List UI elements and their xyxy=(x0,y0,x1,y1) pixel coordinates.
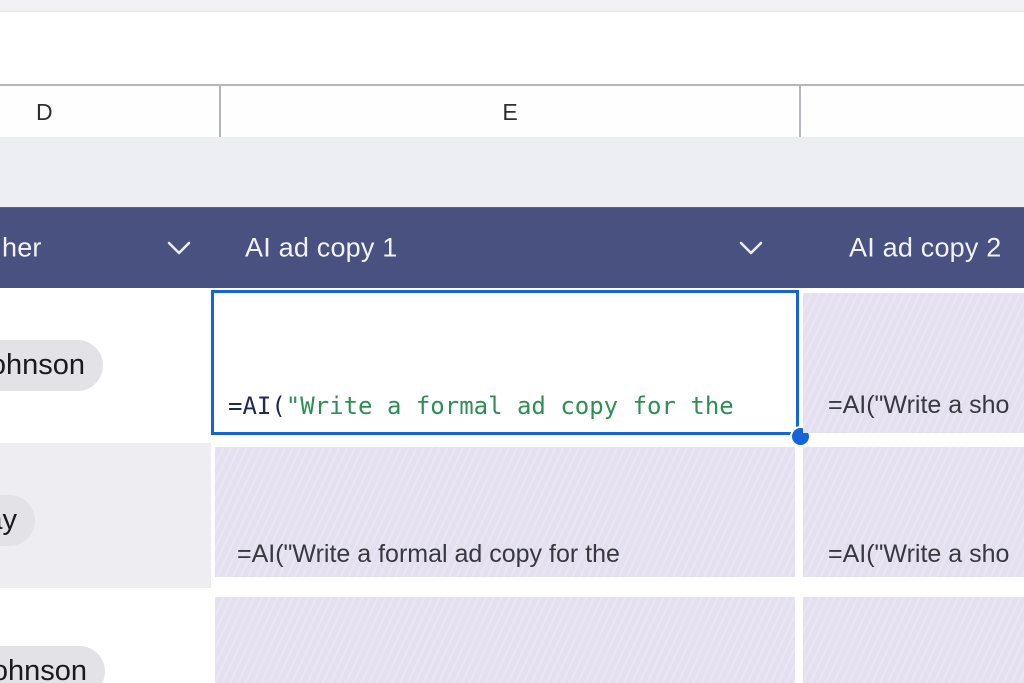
chevron-down-icon[interactable] xyxy=(166,240,192,256)
window-top-strip xyxy=(0,0,1024,12)
column-letter-d[interactable]: D xyxy=(36,99,53,126)
cell-text: =AI("Write a sho copy for the pro object… xyxy=(828,459,1009,577)
spreadsheet-viewport: D E her AI ad copy 1 AI ad copy 2 ohnson… xyxy=(0,0,1024,683)
formula-prefix: =AI( xyxy=(228,392,286,420)
formula-string-line1: "Write a formal ad copy for the xyxy=(286,392,734,420)
column-divider-e-f[interactable] xyxy=(799,84,801,137)
cell-text: =AI("Write a sho copy for the pro object… xyxy=(828,310,1009,433)
name-pill[interactable]: ohnson xyxy=(0,340,103,391)
chevron-down-icon[interactable] xyxy=(738,240,764,256)
field-header-ai-ad-copy-1[interactable]: AI ad copy 1 xyxy=(245,233,398,264)
cell-f-row4[interactable]: =AI("Write a sho copy for the pro xyxy=(803,597,1024,683)
column-divider-d-e[interactable] xyxy=(219,84,221,137)
cell-f-row3[interactable]: =AI("Write a sho copy for the pro object… xyxy=(803,447,1024,577)
cell-text: =AI("Write a formal ad copy for the prod… xyxy=(237,610,679,683)
column-letter-band: D E xyxy=(0,84,1024,137)
cell-e-row3[interactable]: =AI("Write a formal ad copy for the prod… xyxy=(215,447,795,577)
field-header-previous-partial[interactable]: her xyxy=(2,233,42,264)
selected-cell-e2[interactable]: =AI("Write a formal ad copy for the prod… xyxy=(211,290,799,435)
field-header-ai-ad-copy-2[interactable]: AI ad copy 2 xyxy=(849,233,1002,264)
cell-e-row4[interactable]: =AI("Write a formal ad copy for the prod… xyxy=(215,597,795,683)
column-letter-e[interactable]: E xyxy=(502,99,517,126)
cell-text: =AI("Write a sho copy for the pro xyxy=(828,610,1009,683)
toolbar-spacer-band xyxy=(0,137,1024,207)
field-header-row: her AI ad copy 1 AI ad copy 2 xyxy=(0,207,1024,288)
cell-text: =AI("Write a formal ad copy for the prod… xyxy=(237,459,679,577)
name-pill[interactable]: ohnson xyxy=(0,646,105,683)
cell-f-row2[interactable]: =AI("Write a sho copy for the pro object… xyxy=(803,293,1024,433)
